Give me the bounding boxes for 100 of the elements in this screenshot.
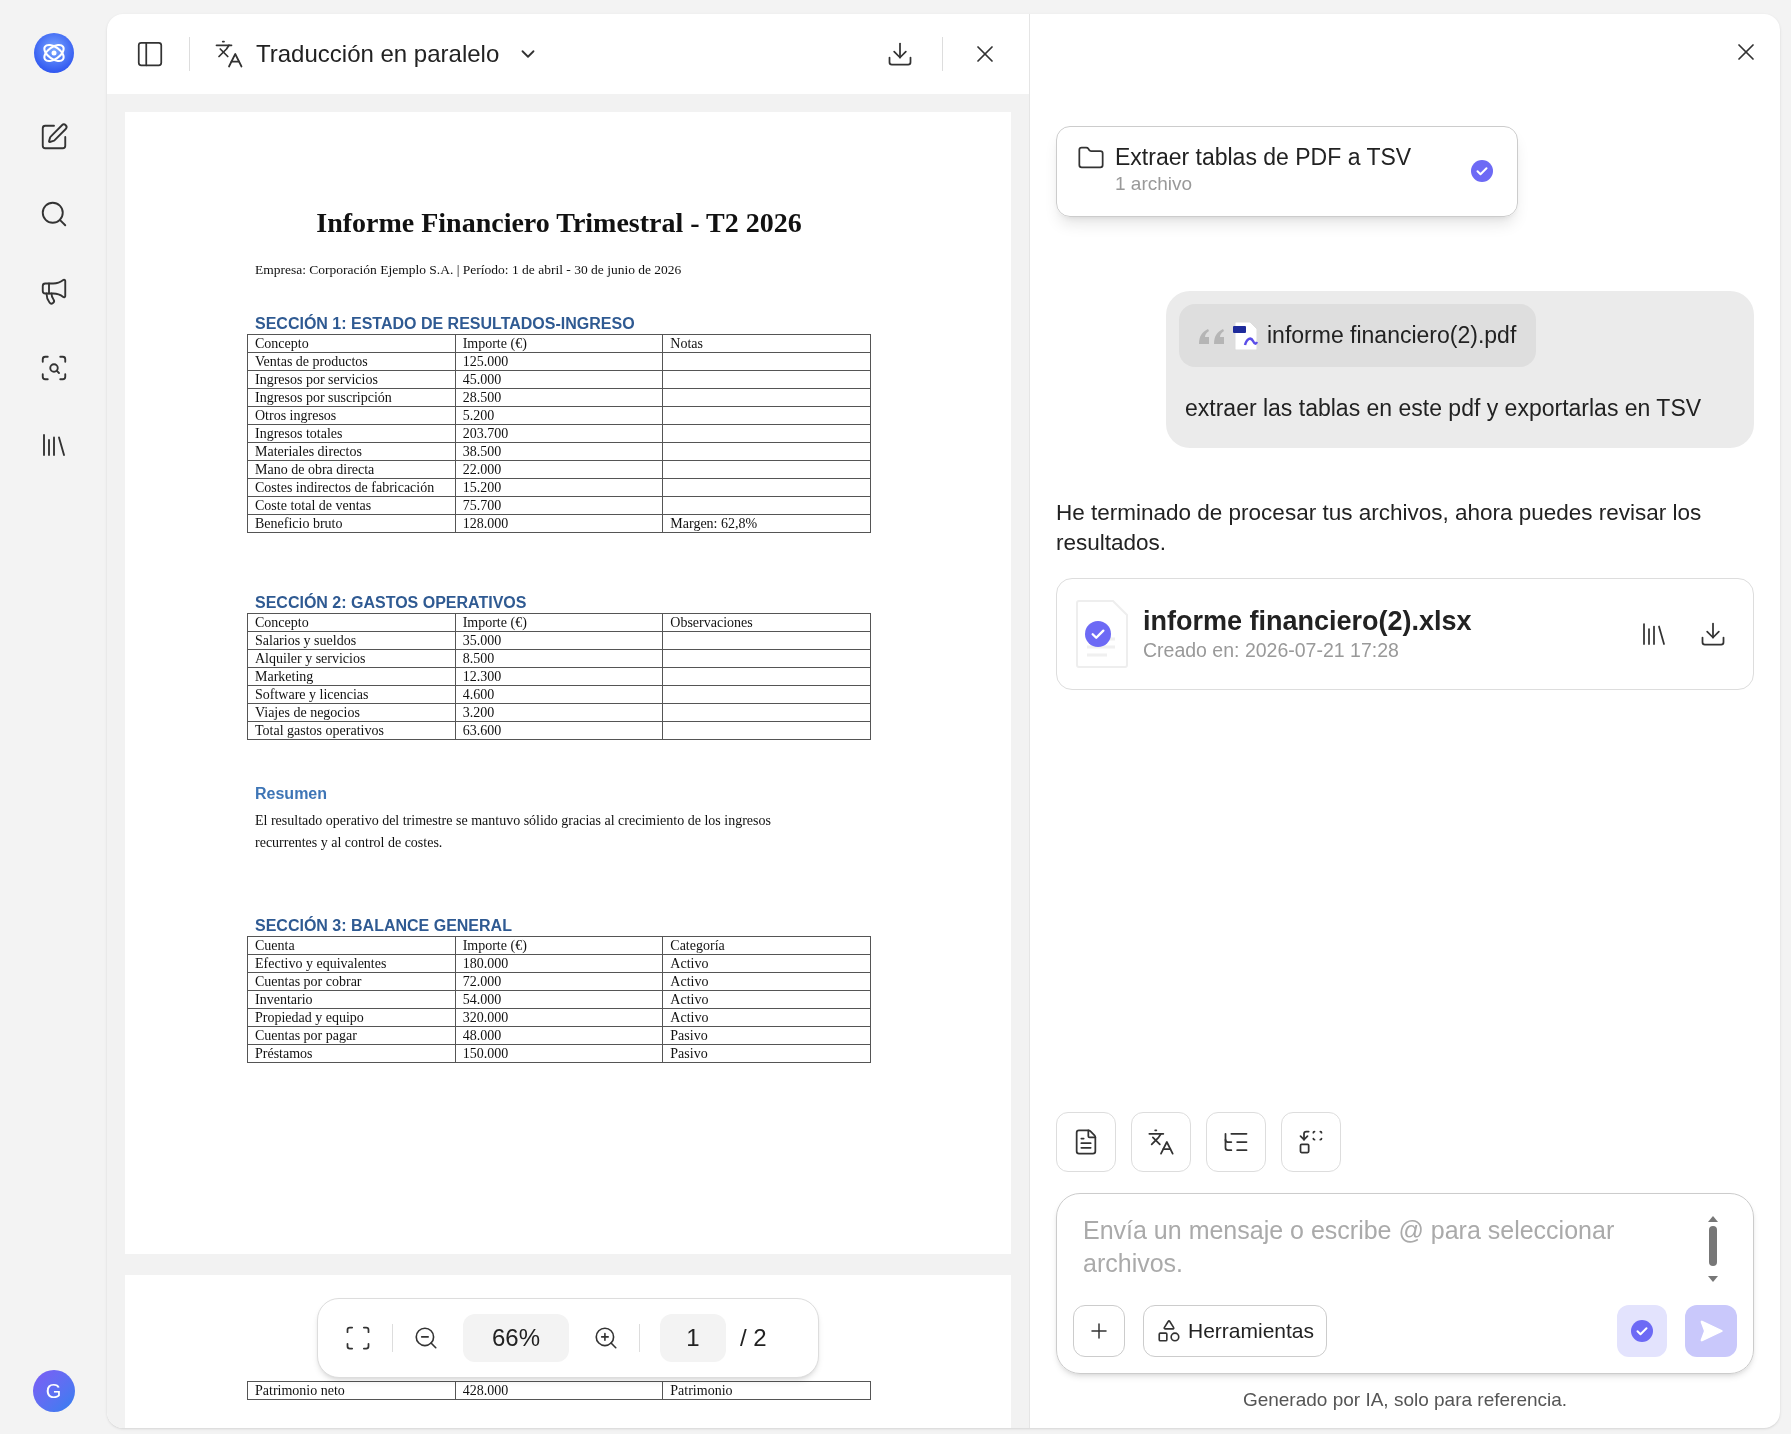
table-cell: Otros ingresos (247, 406, 456, 425)
tool-button[interactable] (1206, 1111, 1266, 1172)
download-icon[interactable] (886, 40, 914, 68)
table-cell: Cuentas por pagar (247, 1026, 456, 1045)
table-cell: Coste total de ventas (247, 496, 456, 515)
table-header-cell: Importe (€) (455, 613, 663, 632)
file-created-date: Creado en: 2026-07-21 17:28 (1143, 637, 1400, 663)
message-field[interactable]: Envía un mensaje o escribe @ para seleccionar archivos. (1073, 1213, 1707, 1286)
translate-icon (214, 39, 244, 69)
table-cell: 12.300 (455, 667, 663, 686)
table-cell: 428.000 (455, 1381, 663, 1400)
table-cell: Cuentas por cobrar (247, 972, 456, 991)
table-cell: 75.700 (455, 496, 663, 515)
page-total: / 2 (740, 1323, 767, 1353)
table-cell: 203.700 (455, 424, 663, 443)
document-title: Informe Financiero Trimestral - T2 2026 (315, 206, 803, 240)
document-subtitle: Empresa: Corporación Ejemplo S.A. | Período: 1 de abril - 30 de junio de 2026 (255, 261, 683, 279)
avatar[interactable]: G (32, 1370, 75, 1412)
table-cell: Inventario (247, 990, 456, 1009)
shapes-icon (1156, 1317, 1182, 1344)
table-cell: Beneficio bruto (247, 514, 456, 533)
fit-page-icon[interactable] (344, 1324, 372, 1352)
section-heading: SECCIÓN 3: BALANCE GENERAL (255, 916, 513, 937)
tool-button[interactable] (1131, 1111, 1191, 1172)
table-cell: 8.500 (455, 649, 663, 668)
table-cell: 15.200 (455, 478, 663, 497)
table-cell: Materiales directos (247, 442, 456, 461)
message-input[interactable]: Envía un mensaje o escribe @ para seleccionar archivos. Herramientas (1056, 1192, 1754, 1374)
disclaimer-text: Generado por IA, solo para referencia. (1241, 1387, 1569, 1412)
translate-icon (1147, 1127, 1175, 1156)
table-cell: 54.000 (455, 990, 663, 1009)
mode-toggle-button[interactable] (1617, 1304, 1667, 1357)
zoom-in-icon[interactable] (593, 1325, 619, 1351)
logo-icon[interactable] (32, 32, 75, 74)
section-heading: SECCIÓN 1: ESTADO DE RESULTADOS-INGRESO (255, 314, 636, 335)
table-cell: Patrimonio neto (247, 1381, 456, 1400)
table-cell: Ingresos por servicios (247, 370, 456, 389)
table-cell: Activo (662, 954, 871, 973)
table-header-cell: Importe (€) (455, 936, 663, 955)
table-header-cell: Observaciones (662, 613, 871, 632)
tool-button[interactable] (1056, 1111, 1116, 1172)
task-subtitle: 1 archivo (1115, 172, 1194, 196)
table-cell: Mano de obra directa (247, 460, 456, 479)
table-cell: Ingresos por suscripción (247, 388, 456, 407)
table-cell: Activo (662, 990, 871, 1009)
table-cell: 5.200 (455, 406, 663, 425)
table-cell: Software y licencias (247, 685, 456, 704)
task-title: Extraer tablas de PDF a TSV (1115, 143, 1413, 171)
table-cell: Propiedad y equipo (247, 1008, 456, 1027)
table-cell: 4.600 (455, 685, 663, 704)
result-file-card[interactable]: informe financiero(2).xlsx Creado en: 2026-07-21 17:28 (1056, 577, 1754, 690)
sidebar-toggle-icon[interactable] (135, 39, 165, 69)
table-cell: Viajes de negocios (247, 703, 456, 722)
zoom-level[interactable]: 66% (463, 1314, 569, 1362)
tools-button[interactable]: Herramientas (1143, 1304, 1328, 1357)
table-cell: 63.600 (455, 721, 663, 740)
zoom-out-icon[interactable] (413, 1325, 439, 1351)
table-cell: Activo (662, 972, 871, 991)
section-heading: Resumen (255, 784, 329, 805)
table-cell: 125.000 (455, 352, 663, 371)
table-cell: Activo (662, 1008, 871, 1027)
table-cell: 128.000 (455, 514, 663, 533)
attachment-chip[interactable]: informe financiero(2).pdf (1179, 304, 1537, 367)
tool-button[interactable] (1281, 1111, 1341, 1172)
table-header-cell: Notas (662, 334, 871, 353)
viewer-title[interactable]: Traducción en paralelo (256, 36, 500, 72)
table-cell: 28.500 (455, 388, 663, 407)
table-cell: 35.000 (455, 631, 663, 650)
table-header-cell: Concepto (247, 613, 456, 632)
table-header-cell: Concepto (247, 334, 456, 353)
table-cell: Costes indirectos de fabricación (247, 478, 456, 497)
page-number-field[interactable]: 1 (660, 1314, 726, 1362)
table-cell: Ventas de productos (247, 352, 456, 371)
table-cell: 22.000 (455, 460, 663, 479)
table-cell: Total gastos operativos (247, 721, 456, 740)
table-cell: Patrimonio (662, 1381, 871, 1400)
table-cell: 72.000 (455, 972, 663, 991)
scrollbar[interactable] (1707, 1215, 1719, 1282)
user-message-text: extraer las tablas en este pdf y exportarlas en TSV (1185, 394, 1703, 423)
table-cell: 180.000 (455, 954, 663, 973)
table-cell: Alquiler y servicios (247, 649, 456, 668)
pdf-file-icon (1233, 320, 1259, 351)
section-heading: SECCIÓN 2: GASTOS OPERATIVOS (255, 593, 528, 614)
assistant-reply: He terminado de procesar tus archivos, ahora puedes revisar los resultados. (1056, 498, 1703, 557)
table-header-cell: Cuenta (247, 936, 456, 955)
table-cell: 150.000 (455, 1044, 663, 1063)
table-header-cell: Categoría (662, 936, 871, 955)
task-card[interactable]: Extraer tablas de PDF a TSV 1 archivo (1056, 126, 1518, 217)
check-icon (1631, 1319, 1653, 1342)
table-cell: Margen: 62,8% (662, 514, 871, 533)
table-cell: Ingresos totales (247, 424, 456, 443)
attachment-name: informe financiero(2).pdf (1267, 321, 1517, 351)
table-cell: Pasivo (662, 1026, 871, 1045)
table-cell: 48.000 (455, 1026, 663, 1045)
table-cell: 38.500 (455, 442, 663, 461)
table-header-cell: Importe (€) (455, 334, 663, 353)
summary-paragraph: El resultado operativo del trimestre se mantuvo sólido gracias al crecimiento de los ingresos recurrentes y al control de costes. (255, 812, 772, 853)
table-cell: Pasivo (662, 1044, 871, 1063)
table-cell: 3.200 (455, 703, 663, 722)
file-name: informe financiero(2).xlsx (1143, 604, 1473, 637)
